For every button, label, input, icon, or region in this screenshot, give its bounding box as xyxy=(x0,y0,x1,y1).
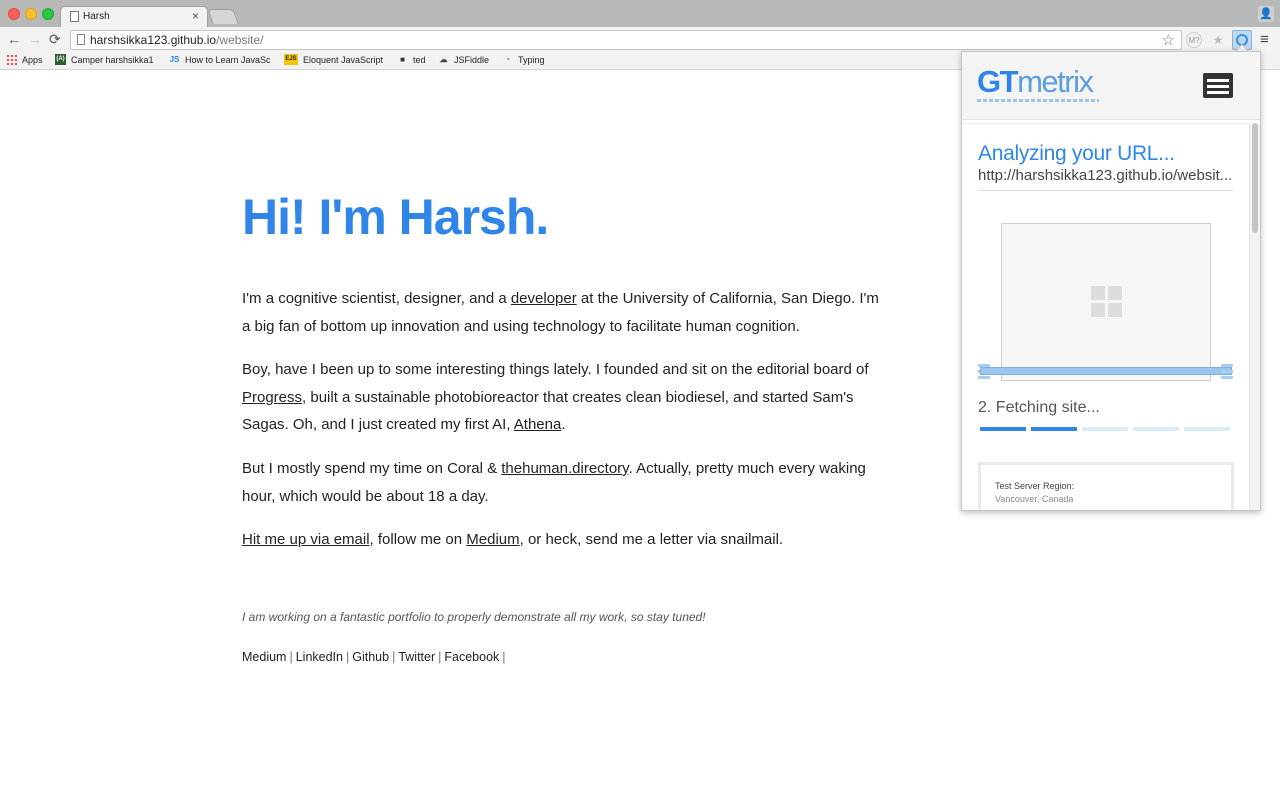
browser-tab[interactable]: Harsh × xyxy=(60,6,208,27)
gtmetrix-popup: GTmetrix Analyzing your URL... http://ha… xyxy=(961,51,1261,511)
progress-end-right xyxy=(1221,361,1233,379)
profile-icon[interactable]: 👤 xyxy=(1258,6,1274,22)
bookmark-apps[interactable]: Apps xyxy=(6,54,43,65)
athena-link[interactable]: Athena xyxy=(514,416,562,433)
ted-icon: ■ xyxy=(400,55,405,64)
footer-link-facebook[interactable]: Facebook xyxy=(444,650,499,664)
ejs-icon: EJS xyxy=(284,54,298,65)
projects-paragraph: Boy, have I been up to some interesting … xyxy=(242,361,869,433)
server-region-box: Test Server Region: Vancouver, Canada xyxy=(978,462,1234,510)
jsfiddle-cloud-icon: ☁ xyxy=(439,55,448,64)
back-icon[interactable]: ← xyxy=(7,31,21,47)
bookmark-jsfiddle[interactable]: ☁ JSFiddle xyxy=(438,54,490,65)
progress-step xyxy=(1133,427,1179,431)
logo-underline xyxy=(977,99,1099,102)
separator: | xyxy=(438,650,442,664)
tab-close-icon[interactable]: × xyxy=(192,9,199,23)
footer-link-linkedin[interactable]: LinkedIn xyxy=(296,650,343,664)
extension-icon[interactable]: M? xyxy=(1186,32,1202,48)
reload-icon[interactable]: ⟳ xyxy=(49,31,61,47)
footer-link-github[interactable]: Github xyxy=(352,650,389,664)
page-icon xyxy=(70,11,79,22)
minimize-window-button[interactable] xyxy=(25,8,37,20)
region-value: Vancouver, Canada xyxy=(995,494,1074,504)
tab-title: Harsh xyxy=(83,11,110,22)
contact-paragraph: Hit me up via email, follow me on Medium… xyxy=(242,531,784,548)
page-title: Hi! I'm Harsh. xyxy=(242,189,549,245)
address-bar[interactable]: harshsikka123.github.io/website/ ☆ xyxy=(70,30,1182,50)
progress-step xyxy=(1082,427,1128,431)
bookmark-learn-js[interactable]: JS How to Learn JavaSc xyxy=(169,54,271,65)
typing-icon: ◔ xyxy=(505,55,510,64)
work-paragraph: But I mostly spend my time on Coral & th… xyxy=(242,460,866,505)
email-link[interactable]: Hit me up via email xyxy=(242,531,370,548)
analyzing-url: http://harshsikka123.github.io/websit... xyxy=(978,167,1233,191)
page-icon xyxy=(77,34,85,45)
bookmark-camper[interactable]: (A) Camper harshsikka1 xyxy=(55,54,157,65)
bookmark-typing[interactable]: ◔ Typing xyxy=(502,54,544,65)
gtmetrix-logo[interactable]: GTmetrix xyxy=(977,64,1094,100)
popup-body: Analyzing your URL... http://harshsikka1… xyxy=(962,123,1249,510)
bookmark-star-icon[interactable]: ☆ xyxy=(1162,31,1175,49)
freecodecamp-icon: (A) xyxy=(55,54,66,65)
screenshot-placeholder xyxy=(1001,223,1211,381)
separator: | xyxy=(502,650,506,664)
progress-step xyxy=(1184,427,1230,431)
loading-progress-bar xyxy=(980,367,1232,375)
portfolio-note: I am working on a fantastic portfolio to… xyxy=(242,610,706,624)
extension-pin-icon[interactable]: ★ xyxy=(1210,32,1226,48)
hamburger-menu-icon[interactable] xyxy=(1203,73,1233,98)
footer-link-twitter[interactable]: Twitter xyxy=(398,650,435,664)
maximize-window-button[interactable] xyxy=(42,8,54,20)
js-icon: JS xyxy=(169,55,180,64)
intro-paragraph: I'm a cognitive scientist, designer, and… xyxy=(242,290,879,335)
medium-link[interactable]: Medium xyxy=(466,531,519,548)
analyzing-title: Analyzing your URL... xyxy=(978,142,1175,165)
close-window-button[interactable] xyxy=(8,8,20,20)
stage-label: 2. Fetching site... xyxy=(978,399,1100,416)
forward-icon[interactable]: → xyxy=(28,31,42,47)
new-tab-button[interactable] xyxy=(207,9,239,24)
separator: | xyxy=(289,650,293,664)
progress-step xyxy=(1031,427,1077,431)
step-indicator xyxy=(980,427,1230,431)
progress-step xyxy=(980,427,1026,431)
url-text[interactable]: harshsikka123.github.io/website/ xyxy=(90,33,263,47)
windows-logo-icon xyxy=(1091,286,1123,318)
separator: | xyxy=(345,650,350,664)
bookmark-ted[interactable]: ■ ted xyxy=(397,54,425,65)
apps-grid-icon xyxy=(6,54,17,65)
footer-links: Medium | LinkedIn | Github | Twitter | Facebook | xyxy=(242,650,509,664)
popup-header: GTmetrix xyxy=(962,52,1260,120)
thehuman-directory-link[interactable]: thehuman.directory xyxy=(501,460,628,477)
popup-scrollbar-thumb[interactable] xyxy=(1252,123,1258,233)
region-label: Test Server Region: xyxy=(995,481,1075,491)
developer-link[interactable]: developer xyxy=(511,290,577,307)
progress-link[interactable]: Progress xyxy=(242,389,302,406)
chrome-menu-icon[interactable]: ≡ xyxy=(1260,32,1269,48)
title-bar: Harsh × 👤 xyxy=(0,0,1280,27)
footer-link-medium[interactable]: Medium xyxy=(242,650,286,664)
separator: | xyxy=(392,650,396,664)
bookmark-eloquent-js[interactable]: EJS Eloquent JavaScript xyxy=(284,54,383,65)
